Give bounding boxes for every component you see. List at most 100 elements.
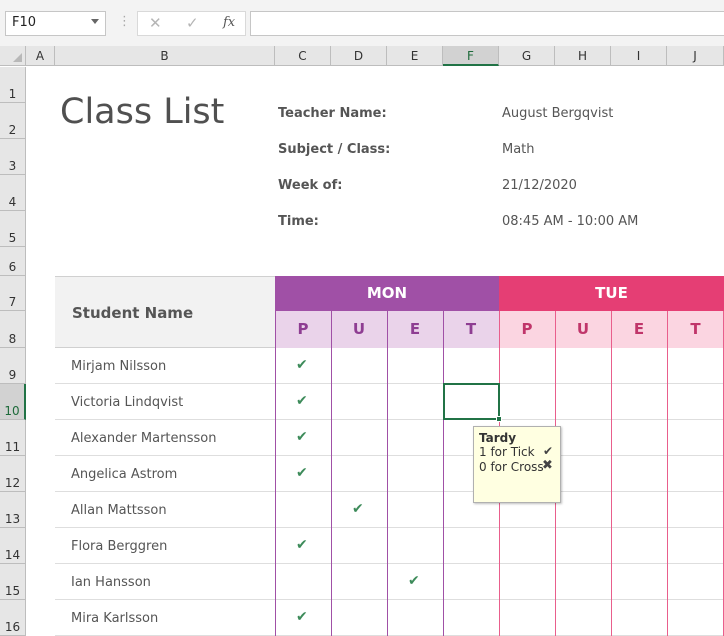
row-number: 2 — [8, 123, 17, 137]
column-header-c[interactable]: C — [275, 46, 331, 66]
check-icon[interactable]: ✔ — [296, 537, 308, 553]
row-header-6[interactable]: 6 — [0, 247, 26, 276]
column-header-g[interactable]: G — [499, 46, 555, 66]
sheet-title[interactable]: Class List — [60, 92, 224, 132]
mon-code-excused[interactable]: E — [387, 311, 443, 348]
row-divider — [55, 455, 724, 456]
tue-code-excused[interactable]: E — [611, 311, 667, 348]
row-header-11[interactable]: 11 — [0, 420, 26, 456]
mon-column-divider — [387, 311, 388, 636]
mon-code-present[interactable]: P — [275, 311, 331, 348]
teacher-label[interactable]: Teacher Name: — [278, 106, 387, 121]
selected-cell[interactable] — [443, 383, 500, 420]
tooltip-line-tick: 1 for Tick — [479, 445, 535, 459]
row-header-7[interactable]: 7 — [0, 276, 26, 311]
tue-code-tardy[interactable]: T — [667, 311, 724, 348]
row-number: 5 — [8, 231, 17, 245]
column-header-d[interactable]: D — [331, 46, 387, 66]
check-icon[interactable]: ✔ — [408, 573, 420, 589]
check-icon[interactable]: ✔ — [296, 429, 308, 445]
week-label[interactable]: Week of: — [278, 178, 342, 193]
mon-column-divider — [275, 311, 276, 636]
tooltip-line-cross: 0 for Cross — [479, 460, 544, 474]
student-name[interactable]: Angelica Astrom — [71, 467, 177, 482]
row-number: 8 — [8, 332, 17, 346]
row-header-9[interactable]: 9 — [0, 348, 26, 384]
student-name[interactable]: Flora Berggren — [71, 539, 167, 554]
mon-column-divider — [443, 311, 444, 636]
select-all-icon — [13, 53, 22, 62]
row-header-10[interactable]: 10 — [0, 384, 26, 420]
time-label[interactable]: Time: — [278, 214, 319, 229]
tue-code-unexcused[interactable]: U — [555, 311, 611, 348]
row-divider — [55, 383, 724, 384]
mon-column-divider — [331, 311, 332, 636]
formula-buttons: ✕ ✓ fx — [137, 11, 246, 36]
tue-code-present[interactable]: P — [499, 311, 555, 348]
check-icon[interactable]: ✔ — [296, 465, 308, 481]
student-name[interactable]: Allan Mattsson — [71, 503, 167, 518]
row-divider — [55, 491, 724, 492]
student-name[interactable]: Ian Hansson — [71, 575, 151, 590]
row-divider — [55, 527, 724, 528]
column-header-a[interactable]: A — [26, 46, 55, 66]
time-value[interactable]: 08:45 AM - 10:00 AM — [502, 214, 638, 229]
row-header-5[interactable]: 5 — [0, 211, 26, 247]
cancel-icon[interactable]: ✕ — [149, 14, 162, 32]
week-value[interactable]: 21/12/2020 — [502, 178, 577, 193]
student-name[interactable]: Alexander Martensson — [71, 431, 217, 446]
row-number: 16 — [4, 620, 21, 634]
teacher-value[interactable]: August Bergqvist — [502, 106, 613, 121]
row-header-2[interactable]: 2 — [0, 103, 26, 139]
student-name[interactable]: Mirjam Nilsson — [71, 359, 166, 374]
subject-value[interactable]: Math — [502, 142, 535, 157]
row-header-16[interactable]: 16 — [0, 600, 26, 636]
name-box[interactable]: F10 — [5, 11, 106, 36]
student-name[interactable]: Mira Karlsson — [71, 611, 158, 626]
select-all-button[interactable] — [0, 46, 26, 66]
formula-input[interactable] — [250, 11, 724, 36]
formula-bar: F10 ⋮ ✕ ✓ fx — [0, 0, 724, 46]
row-divider — [55, 419, 724, 420]
student-name-header[interactable]: Student Name — [55, 276, 275, 348]
row-number: 14 — [4, 548, 21, 562]
row-number: 6 — [8, 260, 17, 274]
row-header-8[interactable]: 8 — [0, 311, 26, 348]
fill-handle[interactable] — [496, 416, 502, 422]
day-header-tue[interactable]: TUE — [499, 276, 724, 311]
input-message-tooltip: Tardy 1 for Tick ✔ 0 for Cross ✖ — [473, 426, 561, 503]
column-header-h[interactable]: H — [555, 46, 611, 66]
row-number: 1 — [8, 87, 17, 101]
check-icon[interactable]: ✓ — [186, 14, 199, 32]
row-header-1[interactable]: 1 — [0, 67, 26, 103]
row-number: 13 — [4, 512, 21, 526]
chevron-down-icon[interactable] — [91, 19, 99, 24]
tue-column-divider — [667, 311, 668, 636]
column-header-i[interactable]: I — [611, 46, 667, 66]
row-number: 10 — [4, 404, 20, 418]
insert-function-icon[interactable]: fx — [223, 15, 235, 30]
row-header-4[interactable]: 4 — [0, 175, 26, 211]
check-icon[interactable]: ✔ — [352, 501, 364, 517]
column-header-j[interactable]: J — [667, 46, 724, 66]
mon-code-unexcused[interactable]: U — [331, 311, 387, 348]
row-header-12[interactable]: 12 — [0, 456, 26, 492]
check-icon[interactable]: ✔ — [296, 393, 308, 409]
row-header-14[interactable]: 14 — [0, 528, 26, 564]
check-icon[interactable]: ✔ — [296, 357, 308, 373]
row-header-15[interactable]: 15 — [0, 564, 26, 600]
mon-code-tardy[interactable]: T — [443, 311, 499, 348]
name-box-value: F10 — [12, 15, 37, 30]
drag-handle-icon[interactable]: ⋮ — [118, 14, 131, 29]
column-header-f[interactable]: F — [443, 46, 499, 66]
day-header-mon[interactable]: MON — [275, 276, 499, 311]
tue-column-divider — [611, 311, 612, 636]
student-name-header-label: Student Name — [72, 304, 194, 322]
row-header-3[interactable]: 3 — [0, 139, 26, 175]
student-name[interactable]: Victoria Lindqvist — [71, 395, 183, 410]
check-icon[interactable]: ✔ — [296, 609, 308, 625]
column-header-b[interactable]: B — [55, 46, 275, 66]
subject-label[interactable]: Subject / Class: — [278, 142, 390, 157]
row-header-13[interactable]: 13 — [0, 492, 26, 528]
column-header-e[interactable]: E — [387, 46, 443, 66]
